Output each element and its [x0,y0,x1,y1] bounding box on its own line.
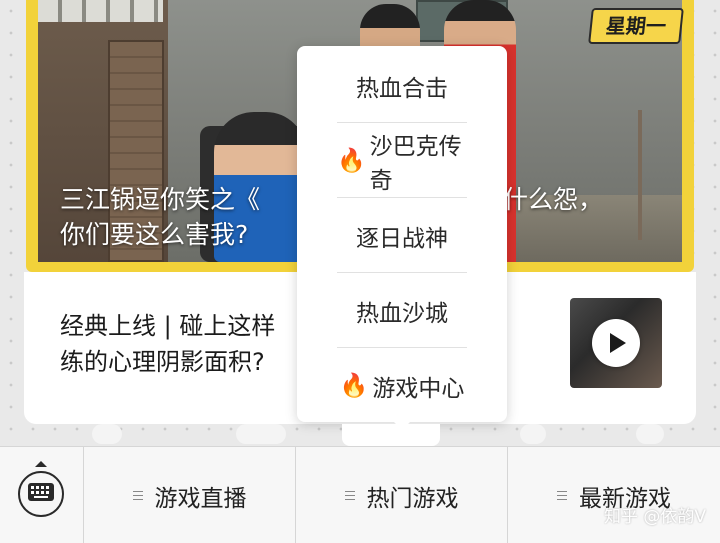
tab-label: 游戏直播 [154,485,247,512]
popup-item-2[interactable]: 🔥 沙巴克传奇 [337,123,467,198]
popup-item-1[interactable]: 热血合击 [337,48,467,123]
scene-window [38,0,163,22]
popup-item-label: 热血合击 [356,75,448,102]
tab-label: 热门游戏 [366,485,459,512]
keyboard-circle [18,471,64,517]
video-title-line1: 三江锅逗你笑之《 [60,185,261,214]
bottom-menu-bar: 游戏直播 热门游戏 最新游戏 [0,446,720,543]
play-icon [610,333,626,353]
popup-item-5[interactable]: 🔥 游戏中心 [337,348,467,423]
faded-icon [636,424,664,444]
popup-item-3[interactable]: 逐日战神 [337,198,467,273]
tab-game-live[interactable]: 游戏直播 [84,447,296,543]
popup-menu: 热血合击 🔥 沙巴克传奇 逐日战神 热血沙城 🔥 游戏中心 [297,46,507,422]
day-badge: 星期一 [588,8,684,44]
menu-lines-icon [132,490,143,501]
article-title-line1-left: 经典上线 | 碰上这样 [60,312,276,340]
keyboard-icon [28,483,54,501]
faded-icon [520,424,546,444]
caret-up-icon [35,461,47,467]
tab-hot-games[interactable]: 热门游戏 [296,447,508,543]
menu-lines-icon [557,490,567,501]
popup-item-label: 逐日战神 [356,225,448,252]
article-thumbnail[interactable] [570,298,662,388]
popup-item-4[interactable]: 热血沙城 [337,273,467,348]
popup-item-label: 游戏中心 [372,375,465,402]
watermark: 知乎 @依韵V [603,507,706,527]
popup-item-label: 热血沙城 [356,300,448,327]
popup-notch [394,422,410,430]
menu-lines-icon [344,490,355,501]
play-button[interactable] [592,319,640,367]
popup-item-label: 沙巴克传奇 [369,133,462,194]
faded-icon [236,424,286,444]
faded-icon [92,424,122,444]
tab-new-games[interactable]: 最新游戏 [508,447,720,543]
flame-icon: 🔥 [339,373,369,399]
keyboard-toggle-button[interactable] [0,447,84,543]
flame-icon: 🔥 [337,148,366,174]
popup-anchor [342,424,440,446]
